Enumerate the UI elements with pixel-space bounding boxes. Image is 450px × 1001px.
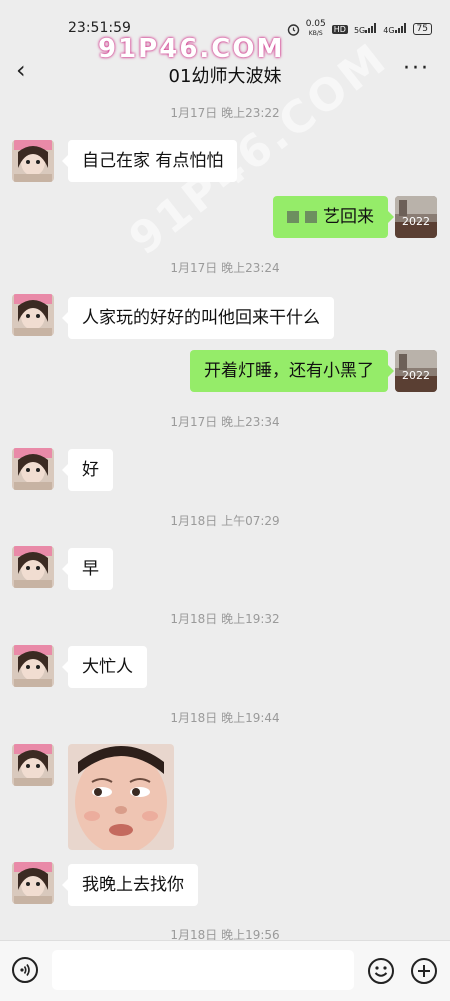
avatar[interactable] (12, 744, 54, 786)
signal-4g: 4G (383, 23, 406, 35)
timestamp: 1月17日 晚上23:34 (170, 415, 280, 429)
alarm-icon (287, 23, 299, 36)
input-bar (0, 940, 450, 1001)
sticker-image[interactable] (68, 744, 174, 850)
incoming-message[interactable]: 好 (62, 449, 113, 491)
avatar[interactable]: 2022 (395, 350, 437, 392)
censor-block (305, 211, 317, 223)
incoming-message[interactable]: 人家玩的好好的叫他回来干什么 (62, 297, 334, 339)
more-icon[interactable]: ··· (403, 56, 430, 81)
timestamp: 1月18日 晚上19:32 (170, 612, 280, 626)
avatar-year-label: 2022 (402, 215, 430, 228)
message-input[interactable] (52, 950, 354, 990)
network-speed: 0.05 KB/S (306, 20, 326, 38)
signal-icon (394, 23, 406, 33)
emoji-icon[interactable] (367, 957, 395, 985)
incoming-message[interactable]: 大忙人 (62, 646, 147, 688)
censor-block (287, 211, 299, 223)
plus-icon[interactable] (410, 957, 438, 985)
battery-indicator: 75 (412, 23, 432, 35)
timestamp: 1月18日 晚上19:44 (170, 711, 280, 725)
hd-badge: HD (331, 24, 348, 34)
avatar[interactable] (12, 645, 54, 687)
signal-icon (365, 23, 377, 33)
timestamp: 1月17日 晚上23:22 (170, 106, 280, 120)
incoming-message[interactable]: 早 (62, 548, 113, 590)
timestamp: 1月18日 上午07:29 (170, 514, 280, 528)
avatar[interactable] (12, 862, 54, 904)
avatar[interactable] (12, 448, 54, 490)
outgoing-message[interactable]: 艺回来 (273, 196, 394, 238)
watermark-top: 91P46.COM (98, 34, 285, 64)
outgoing-message-text: 艺回来 (323, 207, 374, 227)
avatar[interactable]: 2022 (395, 196, 437, 238)
network-speed-value: 0.05 (305, 19, 326, 29)
timestamp: 1月17日 晚上23:24 (170, 261, 280, 275)
outgoing-message[interactable]: 开着灯睡，还有小黑了 (190, 350, 394, 392)
incoming-message[interactable]: 自己在家 有点怕怕 (61, 140, 238, 182)
signal-4g-label: 4G (383, 26, 395, 35)
network-speed-unit: KB/S (308, 30, 323, 37)
incoming-message[interactable]: 我晚上去找你 (62, 864, 198, 906)
avatar[interactable] (12, 546, 54, 588)
voice-icon[interactable] (12, 957, 38, 983)
avatar-year-label: 2022 (402, 369, 430, 382)
status-icons: 0.05 KB/S HD 5G 4G 75 (287, 20, 432, 38)
avatar[interactable] (12, 294, 54, 336)
avatar[interactable] (12, 140, 54, 182)
